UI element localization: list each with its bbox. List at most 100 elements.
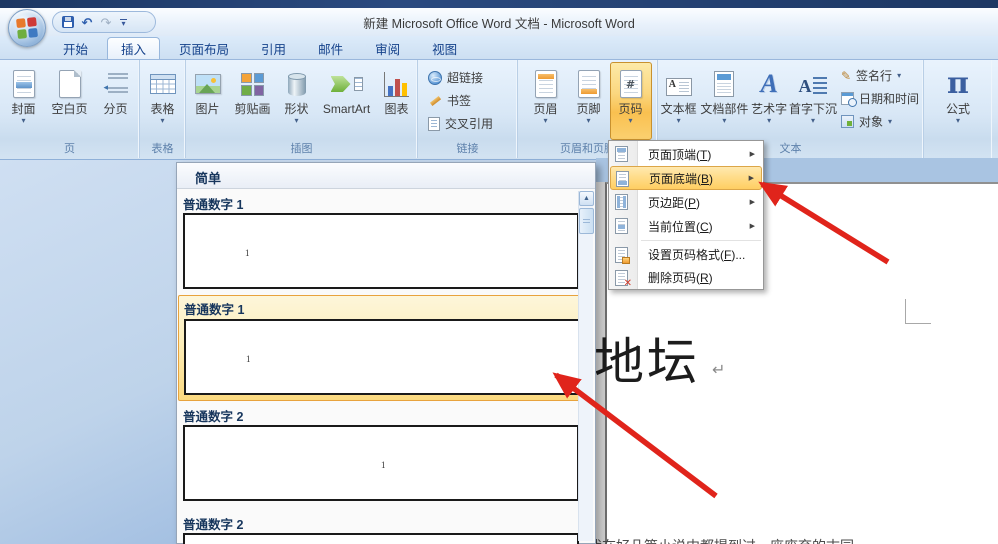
word-window: 新建 Microsoft Office Word 文档 - Microsoft … <box>0 0 998 544</box>
signature-line-icon: ✎ <box>840 68 852 83</box>
save-icon[interactable] <box>61 15 75 29</box>
page-number-menu: 页面顶端(T) ▶ 页面底端(B) ▶ 页边距(P) ▶ 当前位置(C) ▶ 设… <box>608 140 764 290</box>
gallery-item-label: 普通数字 2 <box>183 518 244 532</box>
tab-review[interactable]: 审阅 <box>362 37 413 59</box>
wordart-icon: A <box>760 69 778 98</box>
submenu-arrow-icon: ▶ <box>748 175 754 182</box>
header-button[interactable]: 页眉 ▾ <box>524 62 568 140</box>
gallery-item-label: 普通数字 1 <box>184 303 245 317</box>
shapes-button[interactable]: 形状 ▾ <box>277 62 317 140</box>
cross-reference-icon <box>428 116 440 131</box>
page-break-button[interactable]: ◂ 分页 <box>94 62 138 140</box>
gallery-item-label: 普通数字 2 <box>183 410 244 424</box>
menu-item-remove-page-numbers[interactable]: ✕ 删除页码(R) <box>610 266 762 289</box>
gallery-item-preview[interactable]: 1 <box>184 319 580 395</box>
group-label-links: 链接 <box>456 143 479 155</box>
quick-access-toolbar: ↶ ↷ ▾ <box>52 11 156 33</box>
blank-page-icon <box>58 66 81 102</box>
smartart-button[interactable]: SmartArt <box>317 62 377 140</box>
menu-item-top-of-page[interactable]: 页面顶端(T) ▶ <box>610 142 762 166</box>
pi-icon: π <box>947 66 969 101</box>
group-label-illustrations: 插图 <box>290 143 313 155</box>
footer-button[interactable]: 页脚 ▾ <box>568 62 610 140</box>
office-logo-icon <box>16 17 38 39</box>
menu-item-format-page-numbers[interactable]: 设置页码格式(F)... <box>610 243 762 266</box>
cover-page-icon <box>12 66 35 102</box>
wordart-button[interactable]: A 艺术字 ▾ <box>749 62 789 140</box>
menu-item-current-position[interactable]: 当前位置(C) ▶ <box>610 214 762 238</box>
submenu-arrow-icon: ▶ <box>749 151 755 158</box>
table-icon <box>149 66 176 102</box>
scroll-thumb[interactable] <box>579 208 594 234</box>
signature-line-button[interactable]: ✎ 签名行 ▾ <box>837 64 923 87</box>
submenu-arrow-icon: ▶ <box>749 199 755 206</box>
page-break-icon: ◂ <box>104 66 128 102</box>
footer-icon <box>577 66 600 102</box>
clipart-button[interactable]: 剪贴画 <box>229 62 277 140</box>
object-button[interactable]: 对象 ▾ <box>837 110 923 133</box>
bookmark-icon <box>428 94 442 108</box>
page-margins-icon <box>615 194 628 210</box>
group-label-pages: 页 <box>64 143 75 155</box>
menu-item-page-margins[interactable]: 页边距(P) ▶ <box>610 190 762 214</box>
group-symbols: π 公式 ▾ <box>924 60 992 158</box>
smartart-icon <box>330 66 363 102</box>
blank-page-button[interactable]: 空白页 <box>46 62 94 140</box>
textbox-button[interactable]: A 文本框 ▾ <box>658 62 699 140</box>
top-of-page-icon <box>615 146 628 162</box>
cover-page-button[interactable]: 封面 ▾ <box>2 62 46 140</box>
format-page-numbers-icon <box>615 247 630 264</box>
quick-parts-button[interactable]: 文档部件 ▾ <box>699 62 749 140</box>
current-position-icon <box>615 218 628 234</box>
undo-icon[interactable]: ↶ <box>80 15 94 29</box>
group-links: 超链接 书签 交叉引用 链接 <box>418 60 518 158</box>
redo-icon[interactable]: ↷ <box>99 15 113 29</box>
table-button[interactable]: 表格 ▾ <box>142 62 184 140</box>
picture-button[interactable]: 图片 <box>187 62 229 140</box>
window-top-edge <box>0 0 998 8</box>
tab-page-layout[interactable]: 页面布局 <box>166 37 242 59</box>
tab-home[interactable]: 开始 <box>50 37 101 59</box>
ribbon: 封面 ▾ 空白页 ◂ 分页 页 表格 ▾ 表格 图片 剪贴画 形状 ▾ Smar… <box>0 60 998 160</box>
scroll-up-button[interactable]: ▲ <box>579 191 594 206</box>
tab-view[interactable]: 视图 <box>419 37 470 59</box>
gallery-item-highlight[interactable]: 普通数字 1 1 <box>178 295 581 401</box>
date-time-icon <box>840 92 857 107</box>
cross-reference-button[interactable]: 交叉引用 <box>424 112 497 135</box>
page-number-gallery: 简单 普通数字 1 1 普通数字 1 1 普通数字 2 1 普通数字 2 ▲ <box>176 162 596 544</box>
quick-parts-icon <box>714 66 735 102</box>
gallery-item-preview[interactable]: 1 <box>183 425 579 501</box>
group-tables: 表格 ▾ 表格 <box>140 60 186 158</box>
gallery-section-header: 简单 <box>177 163 595 189</box>
group-label-tables: 表格 <box>151 143 174 155</box>
office-button[interactable] <box>8 9 46 47</box>
submenu-arrow-icon: ▶ <box>749 223 755 230</box>
gallery-item-label: 普通数字 1 <box>183 198 244 212</box>
menu-separator <box>641 240 761 241</box>
gallery-item-preview[interactable] <box>183 533 579 544</box>
page-number-button[interactable]: # 页码 ▾ <box>609 62 652 140</box>
document-body-partial-line: 我在好几篇小说中都提到过一座废弃的古园 <box>588 536 854 544</box>
bookmark-button[interactable]: 书签 <box>424 89 475 112</box>
tab-references[interactable]: 引用 <box>248 37 299 59</box>
tab-insert[interactable]: 插入 <box>107 37 161 59</box>
equation-button[interactable]: π 公式 ▾ <box>933 62 983 140</box>
tab-mailings[interactable]: 邮件 <box>305 37 356 59</box>
drop-cap-button[interactable]: A 首字下沉 ▾ <box>789 62 837 140</box>
remove-page-numbers-icon: ✕ <box>615 270 632 289</box>
page-number-icon: # <box>619 66 642 102</box>
gallery-item-preview[interactable]: 1 <box>183 213 579 289</box>
gallery-scrollbar[interactable]: ▲ <box>578 191 594 541</box>
customize-quick-access-icon[interactable]: ▾ <box>120 18 127 27</box>
menu-item-bottom-of-page[interactable]: 页面底端(B) ▶ <box>610 166 762 190</box>
ribbon-tab-row: 开始 插入 页面布局 引用 邮件 审阅 视图 <box>0 36 998 60</box>
chart-icon <box>384 66 409 102</box>
hyperlink-button[interactable]: 超链接 <box>424 66 487 89</box>
hyperlink-icon <box>428 70 442 85</box>
clipart-icon <box>241 66 264 102</box>
date-time-button[interactable]: 日期和时间 <box>837 87 923 110</box>
header-icon <box>534 66 557 102</box>
group-illustrations: 图片 剪贴画 形状 ▾ SmartArt 图表 插图 <box>186 60 418 158</box>
picture-icon <box>194 66 221 102</box>
chart-button[interactable]: 图表 <box>377 62 417 140</box>
